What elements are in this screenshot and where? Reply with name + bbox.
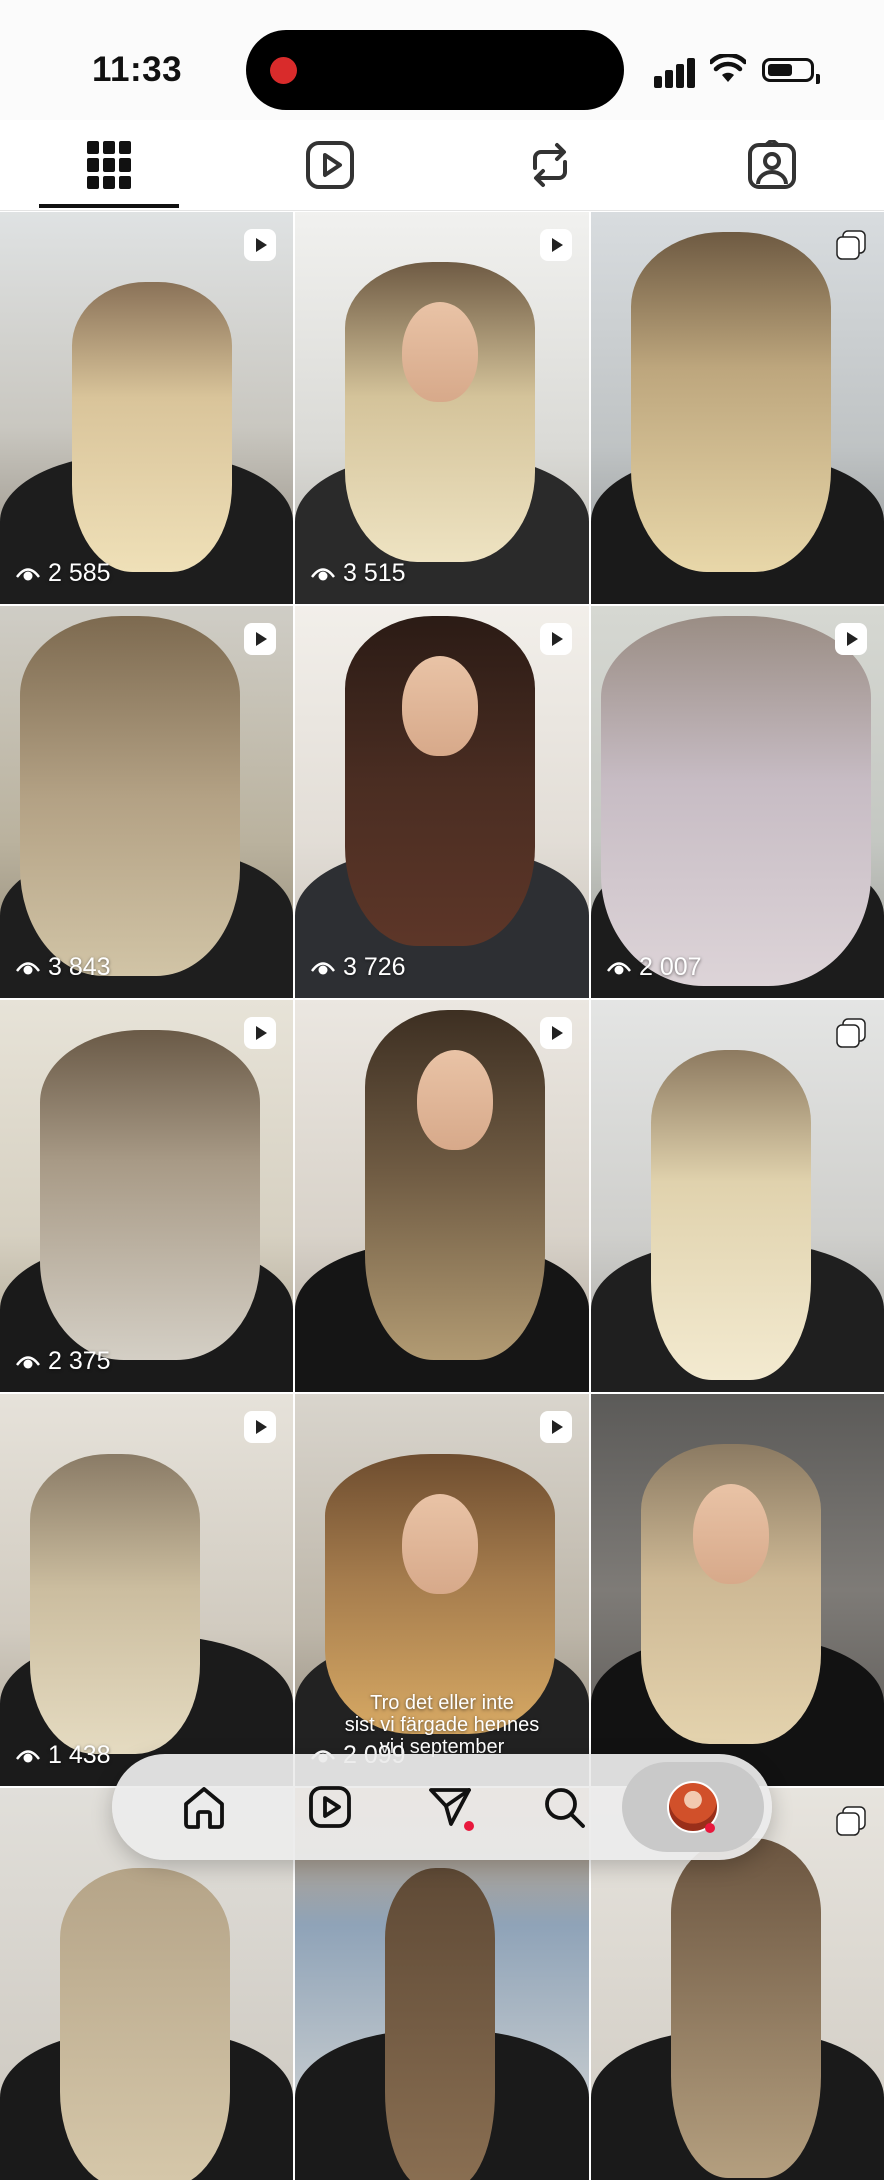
search-icon [545, 1788, 585, 1828]
status-icons [654, 52, 820, 88]
post-tile[interactable]: 3 515 [295, 212, 589, 604]
profile-notification-dot [705, 1823, 715, 1833]
carousel-badge-icon [836, 1018, 866, 1048]
post-tile[interactable] [295, 1000, 589, 1392]
carousel-badge-icon [836, 1806, 866, 1836]
eye-icon [16, 1355, 40, 1368]
grid-icon [87, 141, 131, 189]
view-count-value: 2 375 [48, 1347, 111, 1375]
wifi-icon [710, 54, 746, 82]
recording-indicator [270, 57, 297, 84]
eye-icon [311, 567, 335, 580]
eye-icon [311, 961, 335, 974]
view-count-value: 3 726 [343, 953, 406, 981]
hair-photo [30, 1454, 200, 1754]
nav-reels-button[interactable] [298, 1775, 362, 1839]
dynamic-island [246, 30, 624, 110]
view-count: 2 007 [607, 953, 702, 982]
hair-photo [671, 1838, 821, 2178]
home-icon [184, 1787, 224, 1829]
model-face [417, 1050, 493, 1150]
hair-photo [601, 616, 871, 986]
battery-icon [762, 58, 820, 84]
view-count-value: 2 585 [48, 559, 111, 587]
tagged-person-icon [748, 140, 796, 189]
reels-icon [306, 141, 354, 189]
signal-icon [654, 52, 698, 88]
view-count-value: 2 007 [639, 953, 702, 981]
status-bar: 11:33 [0, 0, 884, 120]
model-face [693, 1484, 769, 1584]
hair-photo [40, 1030, 260, 1360]
hair-photo [385, 1868, 495, 2180]
view-count-value: 1 438 [48, 1741, 111, 1769]
model-face [402, 302, 478, 402]
reel-badge-icon [540, 1411, 572, 1443]
tagged-tab[interactable] [702, 130, 842, 200]
messages-notification-dot [464, 1821, 474, 1831]
post-tile[interactable]: Tro det eller inte sist vi färgade henne… [295, 1394, 589, 1786]
hair-photo [60, 1868, 230, 2180]
reel-badge-icon [835, 623, 867, 655]
hair-photo [631, 232, 831, 572]
post-tile[interactable] [591, 1394, 884, 1786]
post-tile[interactable]: 1 438 [0, 1394, 293, 1786]
view-count: 1 438 [16, 1741, 111, 1770]
reel-badge-icon [540, 229, 572, 261]
nav-home-button[interactable] [172, 1775, 236, 1839]
nav-search-button[interactable] [532, 1775, 596, 1839]
post-tile[interactable]: 2 007 [591, 606, 884, 998]
view-count: 2 375 [16, 1347, 111, 1376]
model-face [402, 1494, 478, 1594]
active-tab-indicator [39, 204, 179, 208]
hair-photo [72, 282, 232, 572]
nav-messages-button[interactable] [418, 1775, 482, 1839]
reels-icon [309, 1786, 351, 1828]
view-count-value: 3 843 [48, 953, 111, 981]
post-tile[interactable]: 3 726 [295, 606, 589, 998]
status-time: 11:33 [92, 50, 183, 89]
nav-profile-button[interactable] [661, 1775, 725, 1839]
reels-tab[interactable] [260, 130, 400, 200]
profile-tabs [0, 120, 884, 212]
hair-photo [651, 1050, 811, 1380]
post-tile[interactable] [591, 1000, 884, 1392]
grid-tab[interactable] [39, 130, 179, 200]
tabs-divider [0, 210, 884, 211]
hair-photo [20, 616, 240, 976]
reel-badge-icon [540, 623, 572, 655]
eye-icon [607, 961, 631, 974]
view-count: 3 843 [16, 953, 111, 982]
model-face [402, 656, 478, 756]
eye-icon [16, 567, 40, 580]
reel-badge-icon [244, 1411, 276, 1443]
post-tile[interactable]: 3 843 [0, 606, 293, 998]
view-count: 3 515 [311, 559, 406, 588]
bottom-navigation [112, 1754, 772, 1860]
reel-badge-icon [540, 1017, 572, 1049]
reposts-tab[interactable] [480, 130, 620, 200]
eye-icon [16, 961, 40, 974]
eye-icon [16, 1749, 40, 1762]
carousel-badge-icon [836, 230, 866, 260]
reel-badge-icon [244, 229, 276, 261]
view-count-value: 3 515 [343, 559, 406, 587]
reel-badge-icon [244, 623, 276, 655]
view-count: 2 585 [16, 559, 111, 588]
post-tile[interactable]: 2 585 [0, 212, 293, 604]
post-tile[interactable]: 2 375 [0, 1000, 293, 1392]
repost-icon [533, 143, 567, 187]
reel-badge-icon [244, 1017, 276, 1049]
view-count: 3 726 [311, 953, 406, 982]
post-tile[interactable] [591, 212, 884, 604]
